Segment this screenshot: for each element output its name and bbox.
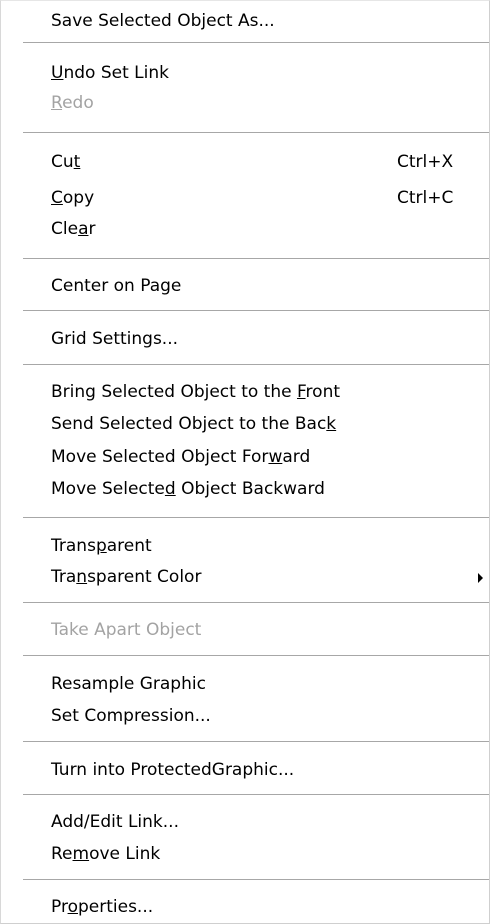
- menu-item-send-to-back[interactable]: Send Selected Object to the Back: [1, 409, 489, 439]
- menu-item-shortcut: Ctrl+C: [397, 188, 454, 208]
- menu-item-save-selected-object-as[interactable]: Save Selected Object As...: [1, 6, 489, 36]
- menu-separator: [23, 310, 489, 311]
- menu-item-label: Take Apart Object: [51, 620, 202, 640]
- submenu-arrow-icon: [478, 573, 483, 583]
- menu-item-bring-to-front[interactable]: Bring Selected Object to the Front: [1, 377, 489, 407]
- menu-item-label: Copy: [51, 188, 95, 208]
- menu-separator: [23, 258, 489, 259]
- menu-item-label: Undo Set Link: [51, 63, 169, 83]
- menu-item-copy[interactable]: Copy Ctrl+C: [1, 183, 489, 213]
- menu-separator: [23, 42, 489, 43]
- menu-item-label: Bring Selected Object to the Front: [51, 382, 341, 402]
- menu-item-transparent-color[interactable]: Transparent Color: [1, 562, 489, 592]
- menu-item-label: Transparent: [51, 536, 152, 556]
- menu-item-label: Turn into ProtectedGraphic...: [51, 760, 295, 780]
- menu-item-label: Clear: [51, 219, 96, 239]
- menu-separator: [23, 364, 489, 365]
- menu-item-label: Cut: [51, 152, 81, 172]
- menu-item-label: Redo: [51, 93, 94, 113]
- menu-item-label: Move Selected Object Forward: [51, 447, 311, 467]
- menu-item-label: Center on Page: [51, 276, 182, 296]
- menu-item-label: Move Selected Object Backward: [51, 479, 325, 499]
- menu-separator: [23, 741, 489, 742]
- menu-item-properties[interactable]: Properties...: [1, 892, 489, 922]
- menu-item-label: Properties...: [51, 897, 154, 917]
- menu-item-label: Remove Link: [51, 844, 161, 864]
- menu-item-transparent[interactable]: Transparent: [1, 531, 489, 561]
- menu-item-label: Set Compression...: [51, 706, 211, 726]
- menu-item-add-edit-link[interactable]: Add/Edit Link...: [1, 807, 489, 837]
- menu-item-take-apart-object: Take Apart Object: [1, 615, 489, 645]
- menu-item-label: Grid Settings...: [51, 329, 179, 349]
- menu-item-label: Send Selected Object to the Back: [51, 414, 337, 434]
- menu-separator: [23, 794, 489, 795]
- menu-separator: [23, 132, 489, 133]
- menu-item-center-on-page[interactable]: Center on Page: [1, 271, 489, 301]
- menu-item-move-forward[interactable]: Move Selected Object Forward: [1, 442, 489, 472]
- menu-item-label: Save Selected Object As...: [51, 11, 275, 31]
- menu-item-set-compression[interactable]: Set Compression...: [1, 701, 489, 731]
- menu-item-remove-link[interactable]: Remove Link: [1, 839, 489, 869]
- menu-separator: [23, 517, 489, 518]
- menu-item-redo: Redo: [1, 88, 489, 118]
- menu-item-shortcut: Ctrl+X: [397, 152, 454, 172]
- menu-item-turn-into-protected-graphic[interactable]: Turn into ProtectedGraphic...: [1, 755, 489, 785]
- menu-separator: [23, 602, 489, 603]
- menu-separator: [23, 879, 489, 880]
- context-menu: Save Selected Object As... Undo Set Link…: [0, 0, 490, 924]
- menu-item-undo-set-link[interactable]: Undo Set Link: [1, 58, 489, 88]
- menu-separator: [23, 655, 489, 656]
- menu-item-clear[interactable]: Clear: [1, 214, 489, 244]
- menu-item-grid-settings[interactable]: Grid Settings...: [1, 324, 489, 354]
- menu-item-label: Resample Graphic: [51, 674, 206, 694]
- menu-item-label: Transparent Color: [51, 567, 202, 587]
- menu-item-resample-graphic[interactable]: Resample Graphic: [1, 669, 489, 699]
- menu-item-move-backward[interactable]: Move Selected Object Backward: [1, 474, 489, 504]
- menu-item-cut[interactable]: Cut Ctrl+X: [1, 147, 489, 177]
- menu-item-label: Add/Edit Link...: [51, 812, 179, 832]
